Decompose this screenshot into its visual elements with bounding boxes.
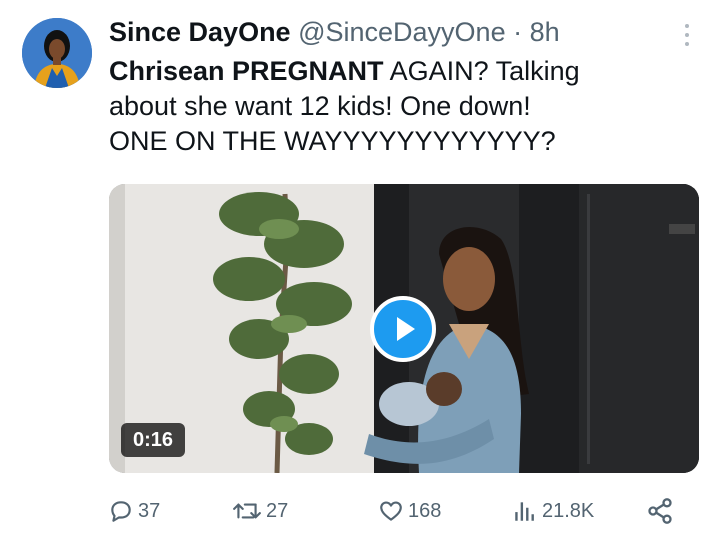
timestamp[interactable]: 8h	[530, 17, 560, 47]
views-icon	[515, 502, 534, 521]
reply-count: 37	[138, 499, 161, 522]
retweet-button[interactable]: 27	[232, 493, 288, 529]
heart-icon	[380, 501, 402, 521]
user-handle[interactable]: @SinceDayyOne	[298, 17, 506, 47]
share-icon	[648, 498, 672, 524]
video-duration: 0:16	[121, 423, 185, 457]
tweet-text-line-2: about she want 12 kids! One down!	[109, 91, 531, 121]
tweet-text-line-3: ONE ON THE WAYYYYYYYYYYYY?	[109, 126, 556, 156]
tweet-text-rest: AGAIN? Talking	[383, 56, 580, 86]
like-count: 168	[408, 499, 442, 522]
tweet-header: Since DayOne @SinceDayyOne · 8h	[109, 14, 660, 50]
retweet-count: 27	[266, 499, 289, 522]
tweet-text-bold: Chrisean PREGNANT	[109, 56, 384, 86]
retweet-icon	[233, 503, 261, 519]
avatar[interactable]	[22, 18, 92, 88]
play-button[interactable]	[370, 296, 436, 362]
like-button[interactable]: 168	[378, 493, 441, 529]
tweet-actions: 37 27 168 21.8K	[108, 493, 708, 529]
views-count: 21.8K	[542, 499, 595, 522]
more-button[interactable]	[680, 20, 694, 50]
share-button[interactable]	[646, 493, 674, 529]
tweet-text: Chrisean PREGNANT AGAIN? Talking about s…	[109, 54, 699, 159]
play-icon	[397, 317, 415, 341]
display-name[interactable]: Since DayOne	[109, 17, 291, 47]
separator: ·	[513, 17, 523, 47]
tweet-text-line-1: Chrisean PREGNANT AGAIN? Talking	[109, 54, 699, 89]
more-icon	[685, 24, 689, 46]
avatar-image	[22, 18, 92, 88]
views-button[interactable]: 21.8K	[512, 493, 594, 529]
reply-icon	[111, 501, 131, 522]
reply-button[interactable]: 37	[108, 493, 160, 529]
